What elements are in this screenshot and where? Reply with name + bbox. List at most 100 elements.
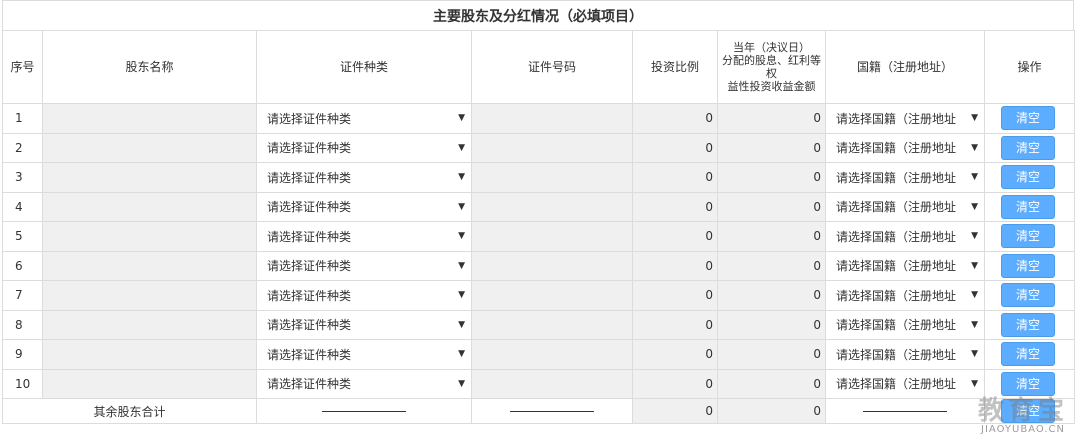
investment-ratio-input[interactable]: 0 <box>632 103 718 134</box>
id-type-select[interactable]: 请选择证件种类 ▼ <box>256 191 472 222</box>
dividend-amount-input[interactable]: 0 <box>717 280 826 311</box>
investment-ratio-input[interactable]: 0 <box>632 191 718 222</box>
id-type-select-value: 请选择证件种类 <box>267 259 352 274</box>
id-type-select-value: 请选择证件种类 <box>267 318 352 333</box>
caret-down-icon: ▼ <box>458 113 465 124</box>
shareholder-name-input[interactable] <box>42 368 257 399</box>
nationality-select-value: 请选择国籍（注册地址 <box>836 377 957 392</box>
dividend-amount-input[interactable]: 0 <box>717 339 826 370</box>
id-type-select[interactable]: 请选择证件种类 ▼ <box>256 339 472 370</box>
id-type-select-value: 请选择证件种类 <box>267 229 352 244</box>
dividend-amount-input[interactable]: 0 <box>717 162 826 193</box>
shareholder-name-input[interactable] <box>42 250 257 281</box>
id-type-select[interactable]: 请选择证件种类 ▼ <box>256 221 472 252</box>
summary-dividend: 0 <box>717 398 826 424</box>
id-number-input[interactable] <box>471 191 633 222</box>
id-number-input[interactable] <box>471 280 633 311</box>
summary-label: 其余股东合计 <box>2 398 257 424</box>
header-dividend-amount: 当年（决议日） 分配的股息、红利等权 益性投资收益金额 <box>717 30 826 104</box>
nationality-select[interactable]: 请选择国籍（注册地址 ▼ <box>825 221 985 252</box>
nationality-select[interactable]: 请选择国籍（注册地址 ▼ <box>825 250 985 281</box>
shareholder-name-input[interactable] <box>42 103 257 134</box>
nationality-select[interactable]: 请选择国籍（注册地址 ▼ <box>825 132 985 163</box>
investment-ratio-input[interactable]: 0 <box>632 221 718 252</box>
summary-ratio: 0 <box>632 398 718 424</box>
clear-button[interactable]: 清空 <box>1001 224 1055 249</box>
investment-ratio-input[interactable]: 0 <box>632 309 718 340</box>
dividend-amount-input[interactable]: 0 <box>717 191 826 222</box>
id-type-select[interactable]: 请选择证件种类 ▼ <box>256 250 472 281</box>
action-cell: 清空 <box>984 280 1075 311</box>
dividend-amount-input[interactable]: 0 <box>717 250 826 281</box>
caret-down-icon: ▼ <box>971 201 978 212</box>
nationality-select[interactable]: 请选择国籍（注册地址 ▼ <box>825 103 985 134</box>
nationality-select[interactable]: 请选择国籍（注册地址 ▼ <box>825 368 985 399</box>
row-index: 1 <box>2 103 43 134</box>
id-number-input[interactable] <box>471 221 633 252</box>
shareholder-name-input[interactable] <box>42 132 257 163</box>
id-number-input[interactable] <box>471 132 633 163</box>
investment-ratio-input[interactable]: 0 <box>632 162 718 193</box>
id-number-input[interactable] <box>471 103 633 134</box>
caret-down-icon: ▼ <box>458 231 465 242</box>
shareholder-name-input[interactable] <box>42 309 257 340</box>
investment-ratio-input[interactable]: 0 <box>632 280 718 311</box>
row-index: 2 <box>2 132 43 163</box>
header-index: 序号 <box>2 30 43 104</box>
id-type-select[interactable]: 请选择证件种类 ▼ <box>256 368 472 399</box>
id-number-input[interactable] <box>471 250 633 281</box>
clear-button[interactable]: 清空 <box>1001 342 1055 367</box>
nationality-select-value: 请选择国籍（注册地址 <box>836 259 957 274</box>
id-number-input[interactable] <box>471 309 633 340</box>
clear-button[interactable]: 清空 <box>1001 135 1055 160</box>
clear-button[interactable]: 清空 <box>1001 165 1055 190</box>
investment-ratio-input[interactable]: 0 <box>632 368 718 399</box>
shareholder-name-input[interactable] <box>42 339 257 370</box>
dividend-amount-input[interactable]: 0 <box>717 368 826 399</box>
nationality-select[interactable]: 请选择国籍（注册地址 ▼ <box>825 280 985 311</box>
clear-button[interactable]: 清空 <box>1001 253 1055 278</box>
investment-ratio-input[interactable]: 0 <box>632 250 718 281</box>
row-index: 5 <box>2 221 43 252</box>
id-number-input[interactable] <box>471 368 633 399</box>
dividend-amount-input[interactable]: 0 <box>717 221 826 252</box>
action-cell: 清空 <box>984 103 1075 134</box>
summary-clear-button[interactable]: 清空 <box>1001 399 1055 423</box>
nationality-select[interactable]: 请选择国籍（注册地址 ▼ <box>825 309 985 340</box>
id-number-input[interactable] <box>471 339 633 370</box>
caret-down-icon: ▼ <box>971 349 978 360</box>
action-cell: 清空 <box>984 309 1075 340</box>
clear-button[interactable]: 清空 <box>1001 194 1055 219</box>
nationality-select[interactable]: 请选择国籍（注册地址 ▼ <box>825 339 985 370</box>
investment-ratio-input[interactable]: 0 <box>632 132 718 163</box>
action-cell: 清空 <box>984 132 1075 163</box>
clear-button[interactable]: 清空 <box>1001 106 1055 131</box>
action-cell: 清空 <box>984 221 1075 252</box>
clear-button[interactable]: 清空 <box>1001 371 1055 396</box>
form-title: 主要股东及分红情况（必填项目） <box>2 0 1074 31</box>
id-type-select[interactable]: 请选择证件种类 ▼ <box>256 309 472 340</box>
clear-button[interactable]: 清空 <box>1001 312 1055 337</box>
shareholder-name-input[interactable] <box>42 162 257 193</box>
id-type-select[interactable]: 请选择证件种类 ▼ <box>256 132 472 163</box>
dividend-amount-input[interactable]: 0 <box>717 103 826 134</box>
caret-down-icon: ▼ <box>971 231 978 242</box>
shareholder-name-input[interactable] <box>42 280 257 311</box>
watermark-url: JIAOYUBAO.CN <box>981 424 1065 435</box>
table-row: 6 请选择证件种类 ▼ 0 0 请选择国籍（注册地址 ▼ 清空 <box>2 250 1075 281</box>
nationality-select[interactable]: 请选择国籍（注册地址 ▼ <box>825 162 985 193</box>
dividend-amount-input[interactable]: 0 <box>717 309 826 340</box>
investment-ratio-input[interactable]: 0 <box>632 339 718 370</box>
nationality-select[interactable]: 请选择国籍（注册地址 ▼ <box>825 191 985 222</box>
shareholder-name-input[interactable] <box>42 221 257 252</box>
id-number-input[interactable] <box>471 162 633 193</box>
shareholder-name-input[interactable] <box>42 191 257 222</box>
header-id-type: 证件种类 <box>256 30 472 104</box>
clear-button[interactable]: 清空 <box>1001 283 1055 308</box>
header-shareholder-name: 股东名称 <box>42 30 257 104</box>
id-type-select[interactable]: 请选择证件种类 ▼ <box>256 103 472 134</box>
id-type-select[interactable]: 请选择证件种类 ▼ <box>256 280 472 311</box>
dividend-amount-input[interactable]: 0 <box>717 132 826 163</box>
nationality-select-value: 请选择国籍（注册地址 <box>836 141 957 156</box>
id-type-select[interactable]: 请选择证件种类 ▼ <box>256 162 472 193</box>
